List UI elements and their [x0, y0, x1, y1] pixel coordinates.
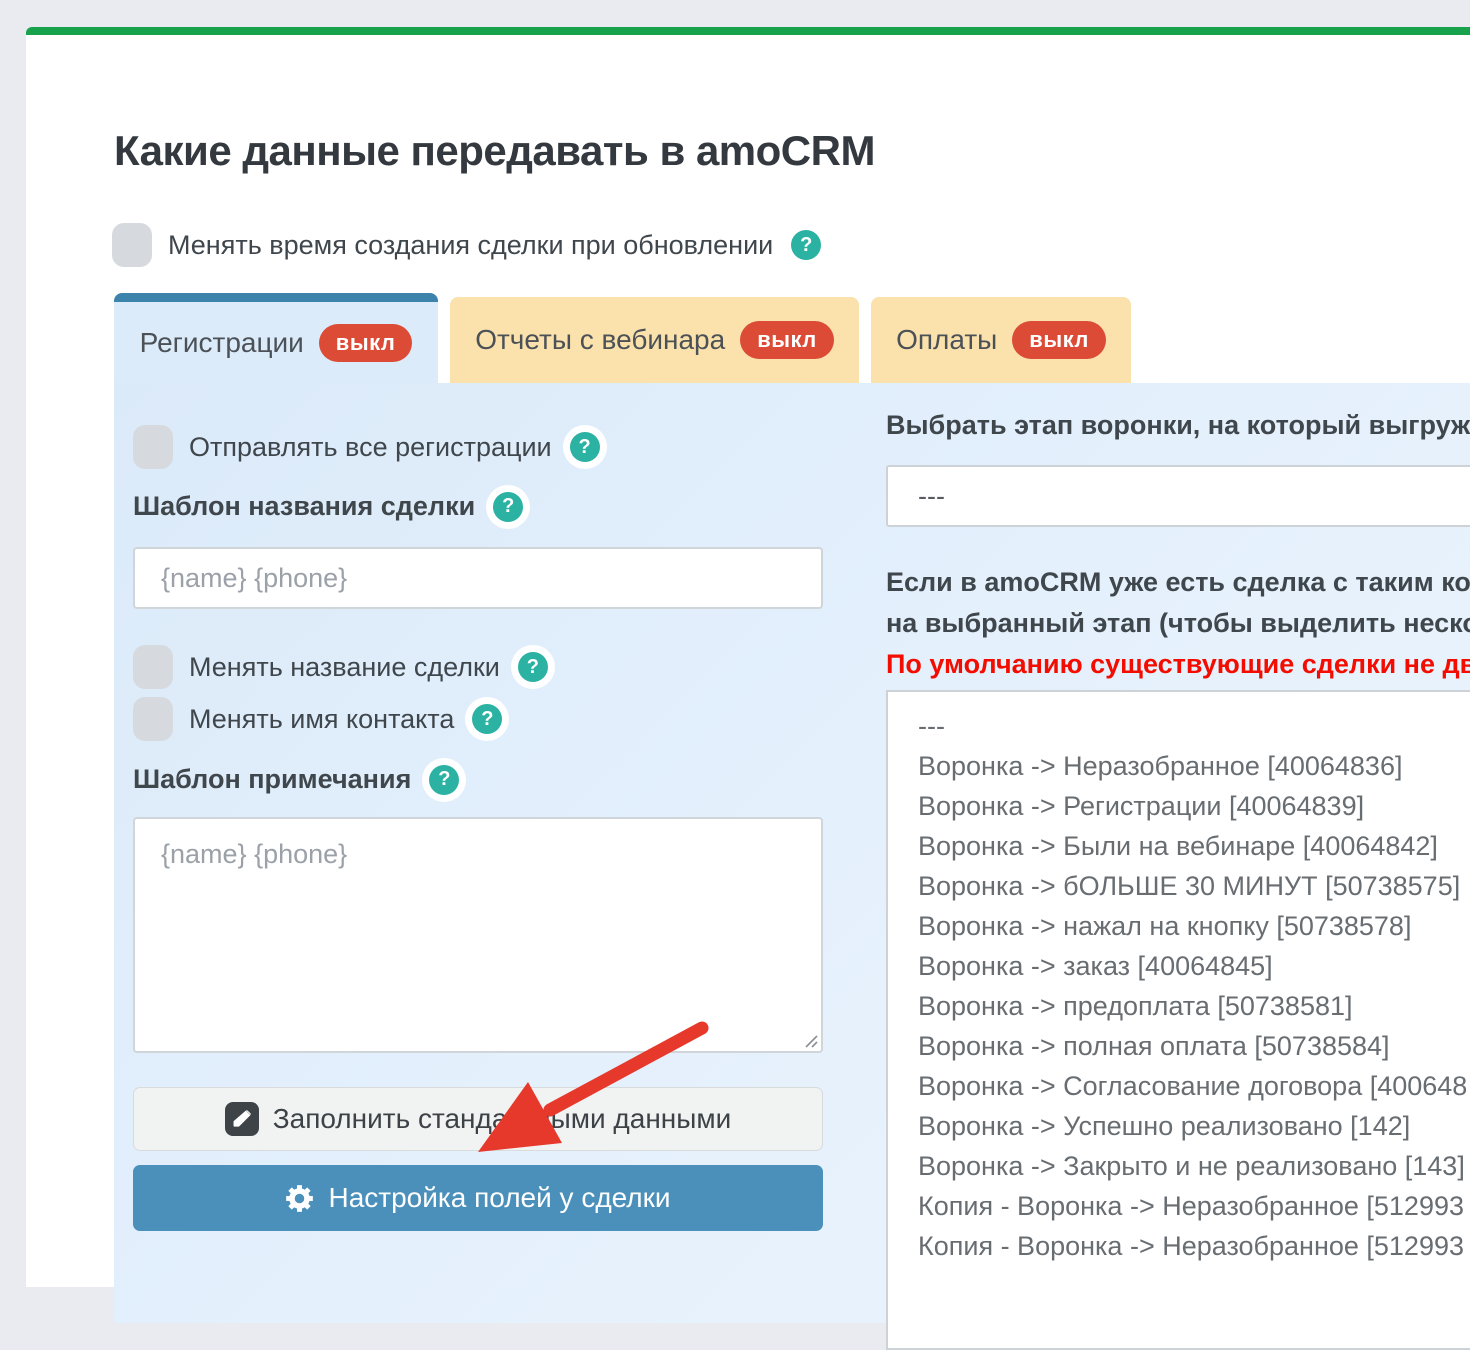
- note-template-label-row: Шаблон примечания ?: [133, 764, 459, 795]
- tab-webinar-reports[interactable]: Отчеты с вебинара выкл: [450, 297, 859, 383]
- tab-bar: Регистрации выкл Отчеты с вебинара выкл …: [114, 293, 1131, 383]
- status-badge-off: выкл: [319, 324, 413, 362]
- help-icon[interactable]: ?: [570, 432, 600, 462]
- send-all-registrations-checkbox[interactable]: [133, 425, 173, 469]
- status-badge-off: выкл: [740, 321, 834, 359]
- change-deal-time-label: Менять время создания сделки при обновле…: [168, 230, 773, 261]
- note-template-label: Шаблон примечания: [133, 764, 411, 795]
- registrations-tab-panel: Отправлять все регистрации ? Шаблон назв…: [114, 383, 1470, 1323]
- existing-deal-info-line1: Если в amoCRM уже есть сделка с таким ко…: [886, 562, 1470, 603]
- list-item[interactable]: Воронка -> Закрыто и не реализовано [143…: [918, 1146, 1470, 1186]
- tab-payments[interactable]: Оплаты выкл: [871, 297, 1131, 383]
- list-item[interactable]: ---: [918, 706, 1470, 746]
- help-icon[interactable]: ?: [791, 230, 821, 260]
- resize-handle-icon[interactable]: [802, 1032, 818, 1048]
- existing-deal-info-line2: на выбранный этап (чтобы выделить нескол: [886, 603, 1470, 644]
- change-contact-name-label: Менять имя контакта: [189, 704, 454, 735]
- list-item[interactable]: Копия - Воронка -> Неразобранное [512993: [918, 1186, 1470, 1226]
- deal-name-template-input[interactable]: [133, 547, 823, 609]
- note-template-textarea[interactable]: [133, 817, 823, 1053]
- status-badge-off: выкл: [1012, 321, 1106, 359]
- configure-deal-fields-button[interactable]: Настройка полей у сделки: [133, 1165, 823, 1231]
- existing-deal-info: Если в amoCRM уже есть сделка с таким ко…: [886, 562, 1470, 685]
- help-icon[interactable]: ?: [472, 704, 502, 734]
- send-all-registrations-label: Отправлять все регистрации: [189, 432, 552, 463]
- change-contact-name-row: Менять имя контакта ?: [133, 697, 502, 741]
- fill-defaults-label: Заполнить стандартными данными: [273, 1103, 732, 1135]
- list-item[interactable]: Воронка -> Были на вебинаре [40064842]: [918, 826, 1470, 866]
- deal-name-template-label-row: Шаблон названия сделки ?: [133, 491, 523, 522]
- change-deal-name-checkbox[interactable]: [133, 645, 173, 689]
- change-deal-time-row: Менять время создания сделки при обновле…: [112, 223, 821, 267]
- funnel-stage-label: Выбрать этап воронки, на который выгружа: [886, 410, 1470, 441]
- configure-deal-fields-label: Настройка полей у сделки: [328, 1182, 670, 1214]
- funnel-stage-select[interactable]: ---: [886, 465, 1470, 527]
- tab-registrations[interactable]: Регистрации выкл: [114, 293, 438, 383]
- help-icon[interactable]: ?: [493, 492, 523, 522]
- list-item[interactable]: Воронка -> нажал на кнопку [50738578]: [918, 906, 1470, 946]
- list-item[interactable]: Воронка -> Неразобранное [40064836]: [918, 746, 1470, 786]
- list-item[interactable]: Воронка -> предоплата [50738581]: [918, 986, 1470, 1026]
- tab-webinar-reports-label: Отчеты с вебинара: [475, 324, 725, 356]
- fill-defaults-button[interactable]: Заполнить стандартными данными: [133, 1087, 823, 1151]
- list-item[interactable]: Воронка -> Согласование договора [400648: [918, 1066, 1470, 1106]
- list-item[interactable]: Воронка -> Успешно реализовано [142]: [918, 1106, 1470, 1146]
- existing-deal-warning: По умолчанию существующие сделки не дви: [886, 644, 1470, 685]
- change-deal-time-checkbox[interactable]: [112, 223, 152, 267]
- change-deal-name-row: Менять название сделки ?: [133, 645, 548, 689]
- list-item[interactable]: Воронка -> полная оплата [50738584]: [918, 1026, 1470, 1066]
- change-contact-name-checkbox[interactable]: [133, 697, 173, 741]
- list-item[interactable]: Копия - Воронка -> Неразобранное [512993: [918, 1226, 1470, 1266]
- help-icon[interactable]: ?: [518, 652, 548, 682]
- list-item[interactable]: Воронка -> заказ [40064845]: [918, 946, 1470, 986]
- help-icon[interactable]: ?: [429, 765, 459, 795]
- note-template-wrap: [133, 817, 823, 1053]
- change-deal-name-label: Менять название сделки: [189, 652, 500, 683]
- settings-card: Какие данные передавать в amoCRM Менять …: [26, 27, 1470, 1287]
- funnel-stage-select-value: ---: [918, 481, 945, 512]
- list-item[interactable]: Воронка -> бОЛЬШЕ 30 МИНУТ [50738575]: [918, 866, 1470, 906]
- deal-name-template-label: Шаблон названия сделки: [133, 491, 475, 522]
- funnel-stage-listbox[interactable]: --- Воронка -> Неразобранное [40064836] …: [886, 690, 1470, 1350]
- list-item[interactable]: Воронка -> Регистрации [40064839]: [918, 786, 1470, 826]
- page-title: Какие данные передавать в amoCRM: [114, 127, 875, 175]
- tab-registrations-label: Регистрации: [140, 327, 304, 359]
- pencil-icon: [225, 1102, 259, 1136]
- send-all-registrations-row: Отправлять все регистрации ?: [133, 425, 600, 469]
- gear-icon: [285, 1184, 314, 1213]
- tab-payments-label: Оплаты: [896, 324, 997, 356]
